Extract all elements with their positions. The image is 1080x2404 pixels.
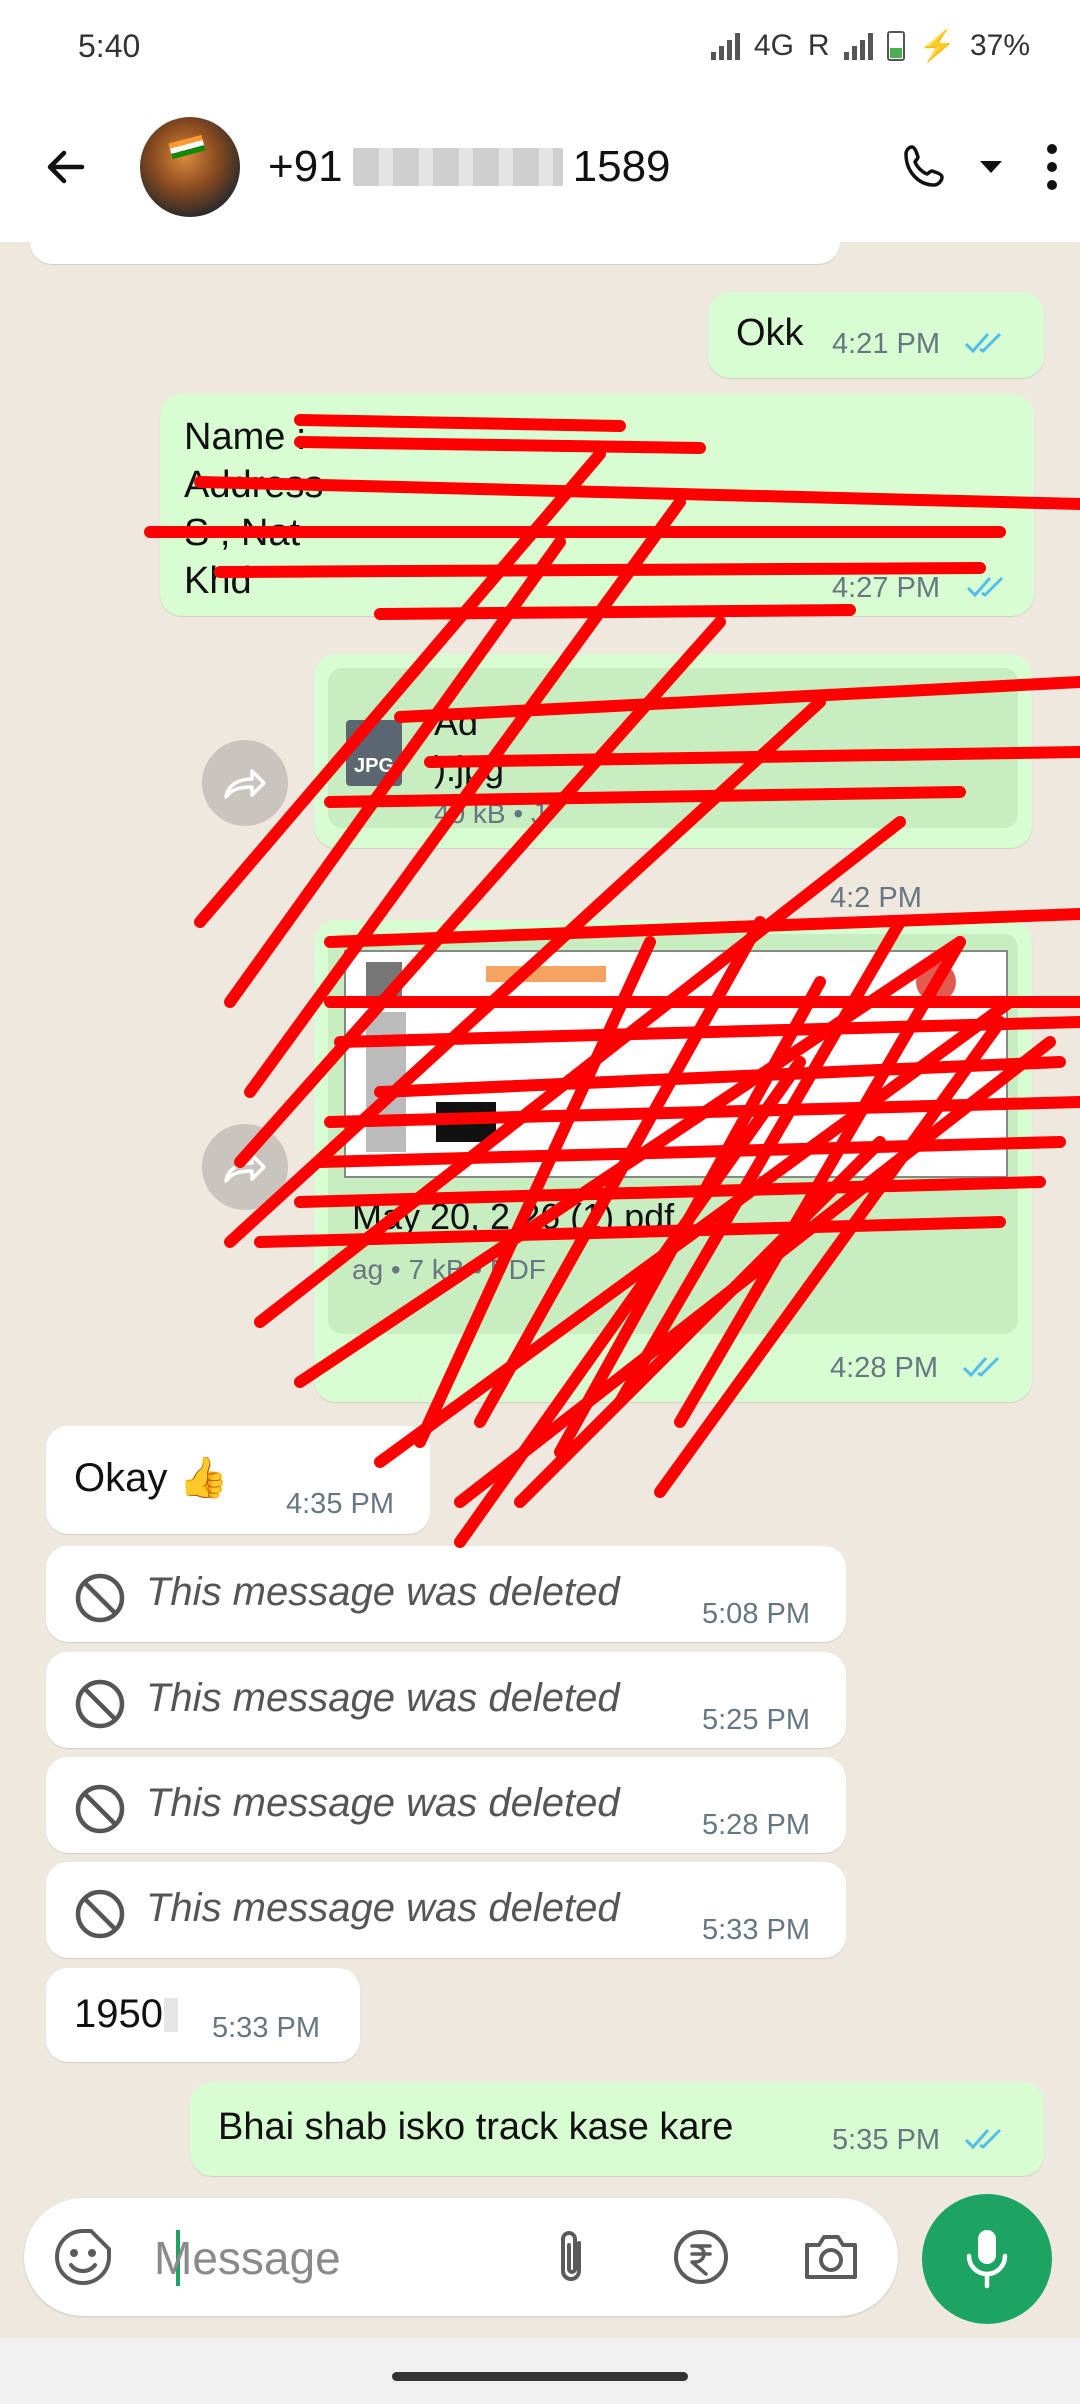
- document-card[interactable]: JPG Ad ).jpg 40 kB • J: [328, 668, 1018, 829]
- message-text-line: Name :: [184, 416, 307, 458]
- masked-number: [352, 148, 563, 186]
- file-meta: ag • 7 kB • PDF: [352, 1254, 546, 1285]
- camera-button[interactable]: [800, 2226, 862, 2288]
- microphone-icon: [966, 2230, 1008, 2289]
- blocked-icon: [75, 1573, 125, 1623]
- message-text: 1950: [74, 1992, 163, 2036]
- message-time: 4:27 PM: [832, 572, 940, 604]
- signal-icon-2: [843, 32, 873, 60]
- message-time: 5:35 PM: [832, 2124, 940, 2156]
- deleted-message-bubble[interactable]: This message was deleted 5:08 PM: [46, 1546, 846, 1642]
- deleted-text: This message was deleted: [146, 1781, 620, 1825]
- more-vert-icon: [1047, 144, 1057, 190]
- back-arrow-icon[interactable]: [36, 137, 96, 197]
- file-meta: 40 kB • J: [434, 798, 545, 829]
- blocked-icon: [75, 1889, 125, 1939]
- masked-digit: [164, 1998, 178, 2032]
- battery-percent: 37%: [969, 29, 1030, 62]
- attach-button[interactable]: [540, 2226, 602, 2288]
- message-text: Bhai shab isko track kase kare: [218, 2106, 734, 2148]
- read-ticks-icon: [966, 576, 1004, 598]
- message-bubble[interactable]: May 20, 2 26 (1) pdf ag • 7 kB • PDF 4:2…: [314, 920, 1032, 1402]
- more-options-button[interactable]: [1044, 141, 1060, 193]
- blocked-icon: [75, 1784, 125, 1834]
- message-text-line: Khd: [184, 560, 252, 602]
- message-composer: [24, 2198, 898, 2316]
- signal-icon: [710, 32, 740, 60]
- paperclip-icon: [561, 2231, 581, 2281]
- contact-name[interactable]: +91 1589: [268, 142, 671, 192]
- message-bubble[interactable]: Bhai shab isko track kase kare 5:35 PM: [190, 2082, 1044, 2176]
- gesture-handle[interactable]: [392, 2372, 688, 2381]
- message-time: 4:21 PM: [832, 328, 940, 360]
- voice-call-button[interactable]: [896, 139, 952, 195]
- message-time: 5:25 PM: [702, 1704, 810, 1736]
- charging-icon: ⚡: [918, 29, 956, 63]
- blocked-icon: [75, 1679, 125, 1729]
- message-text: Okay 👍: [74, 1456, 229, 1500]
- call-options-dropdown[interactable]: [978, 157, 1004, 177]
- contact-prefix: +91: [268, 142, 343, 191]
- message-time: 5:33 PM: [212, 2012, 320, 2044]
- read-ticks-icon: [962, 1356, 1000, 1378]
- voice-message-button[interactable]: [922, 2194, 1052, 2324]
- chat-area[interactable]: Okk 4:21 PM Name : Address S , Nat Khd 4…: [0, 242, 1080, 2192]
- message-time: 4:2 PM: [830, 882, 922, 914]
- message-bubble[interactable]: Okk 4:21 PM: [708, 292, 1044, 378]
- payment-button[interactable]: [670, 2226, 732, 2288]
- message-bubble[interactable]: Name : Address S , Nat Khd 4:27 PM: [160, 394, 1034, 616]
- chat-header: +91 1589: [0, 92, 1080, 242]
- read-ticks-icon: [964, 2128, 1002, 2150]
- status-bar: 5:40 4G R ⚡ 37%: [0, 0, 1080, 92]
- pdf-thumbnail: [344, 950, 1008, 1178]
- message-bubble[interactable]: Okay 👍 4:35 PM: [46, 1426, 430, 1534]
- message-input[interactable]: [152, 2220, 556, 2296]
- system-navigation-bar: [0, 2338, 1080, 2404]
- battery-icon: [886, 31, 905, 61]
- sticker-icon: [55, 2229, 111, 2285]
- forward-icon: [224, 769, 266, 799]
- avatar[interactable]: [140, 117, 240, 217]
- file-name-2: ).jpg: [434, 748, 505, 789]
- forward-button[interactable]: [202, 740, 288, 826]
- message-bubble[interactable]: 1950 5:33 PM: [46, 1968, 360, 2062]
- deleted-text: This message was deleted: [146, 1676, 620, 1720]
- camera-icon: [805, 2235, 857, 2279]
- jpg-file-icon: JPG: [346, 720, 402, 786]
- message-time: 5:28 PM: [702, 1809, 810, 1841]
- message-time: 5:33 PM: [702, 1914, 810, 1946]
- contact-suffix: 1589: [572, 142, 671, 191]
- emoji-sticker-button[interactable]: [52, 2226, 114, 2288]
- roaming-indicator: R: [807, 29, 830, 62]
- document-card[interactable]: May 20, 2 26 (1) pdf ag • 7 kB • PDF: [328, 934, 1018, 1334]
- forward-button[interactable]: [202, 1124, 288, 1210]
- deleted-text: This message was deleted: [146, 1886, 620, 1930]
- message-text: Okk: [736, 312, 804, 354]
- header-actions: [896, 139, 1060, 195]
- deleted-message-bubble[interactable]: This message was deleted 5:33 PM: [46, 1862, 846, 1958]
- deleted-message-bubble[interactable]: This message was deleted 5:28 PM: [46, 1757, 846, 1853]
- message-time: 4:28 PM: [830, 1352, 938, 1384]
- phone-icon: [904, 145, 944, 187]
- forward-icon: [224, 1153, 266, 1183]
- message-bubble[interactable]: JPG Ad ).jpg 40 kB • J 4:2 PM: [314, 654, 1032, 914]
- message-text-line: S , Nat: [184, 512, 301, 554]
- message-time: 5:08 PM: [702, 1598, 810, 1630]
- read-ticks-icon: [964, 332, 1002, 354]
- file-icon-label: JPG: [353, 755, 395, 777]
- deleted-text: This message was deleted: [146, 1570, 620, 1614]
- document-preview-image: [346, 952, 1006, 1176]
- status-time: 5:40: [78, 27, 141, 64]
- file-name: May 20, 2 26 (1) pdf: [352, 1196, 675, 1237]
- file-name: Ad: [434, 702, 479, 743]
- message-bubble-partial[interactable]: [30, 242, 840, 264]
- rupee-icon: [674, 2230, 728, 2284]
- status-icons: 4G R ⚡ 37%: [710, 29, 1030, 64]
- network-type: 4G: [753, 29, 794, 62]
- message-text-line: Address: [184, 464, 324, 506]
- message-time: 4:35 PM: [286, 1488, 394, 1520]
- deleted-message-bubble[interactable]: This message was deleted 5:25 PM: [46, 1652, 846, 1748]
- caret-down-icon: [980, 161, 1002, 173]
